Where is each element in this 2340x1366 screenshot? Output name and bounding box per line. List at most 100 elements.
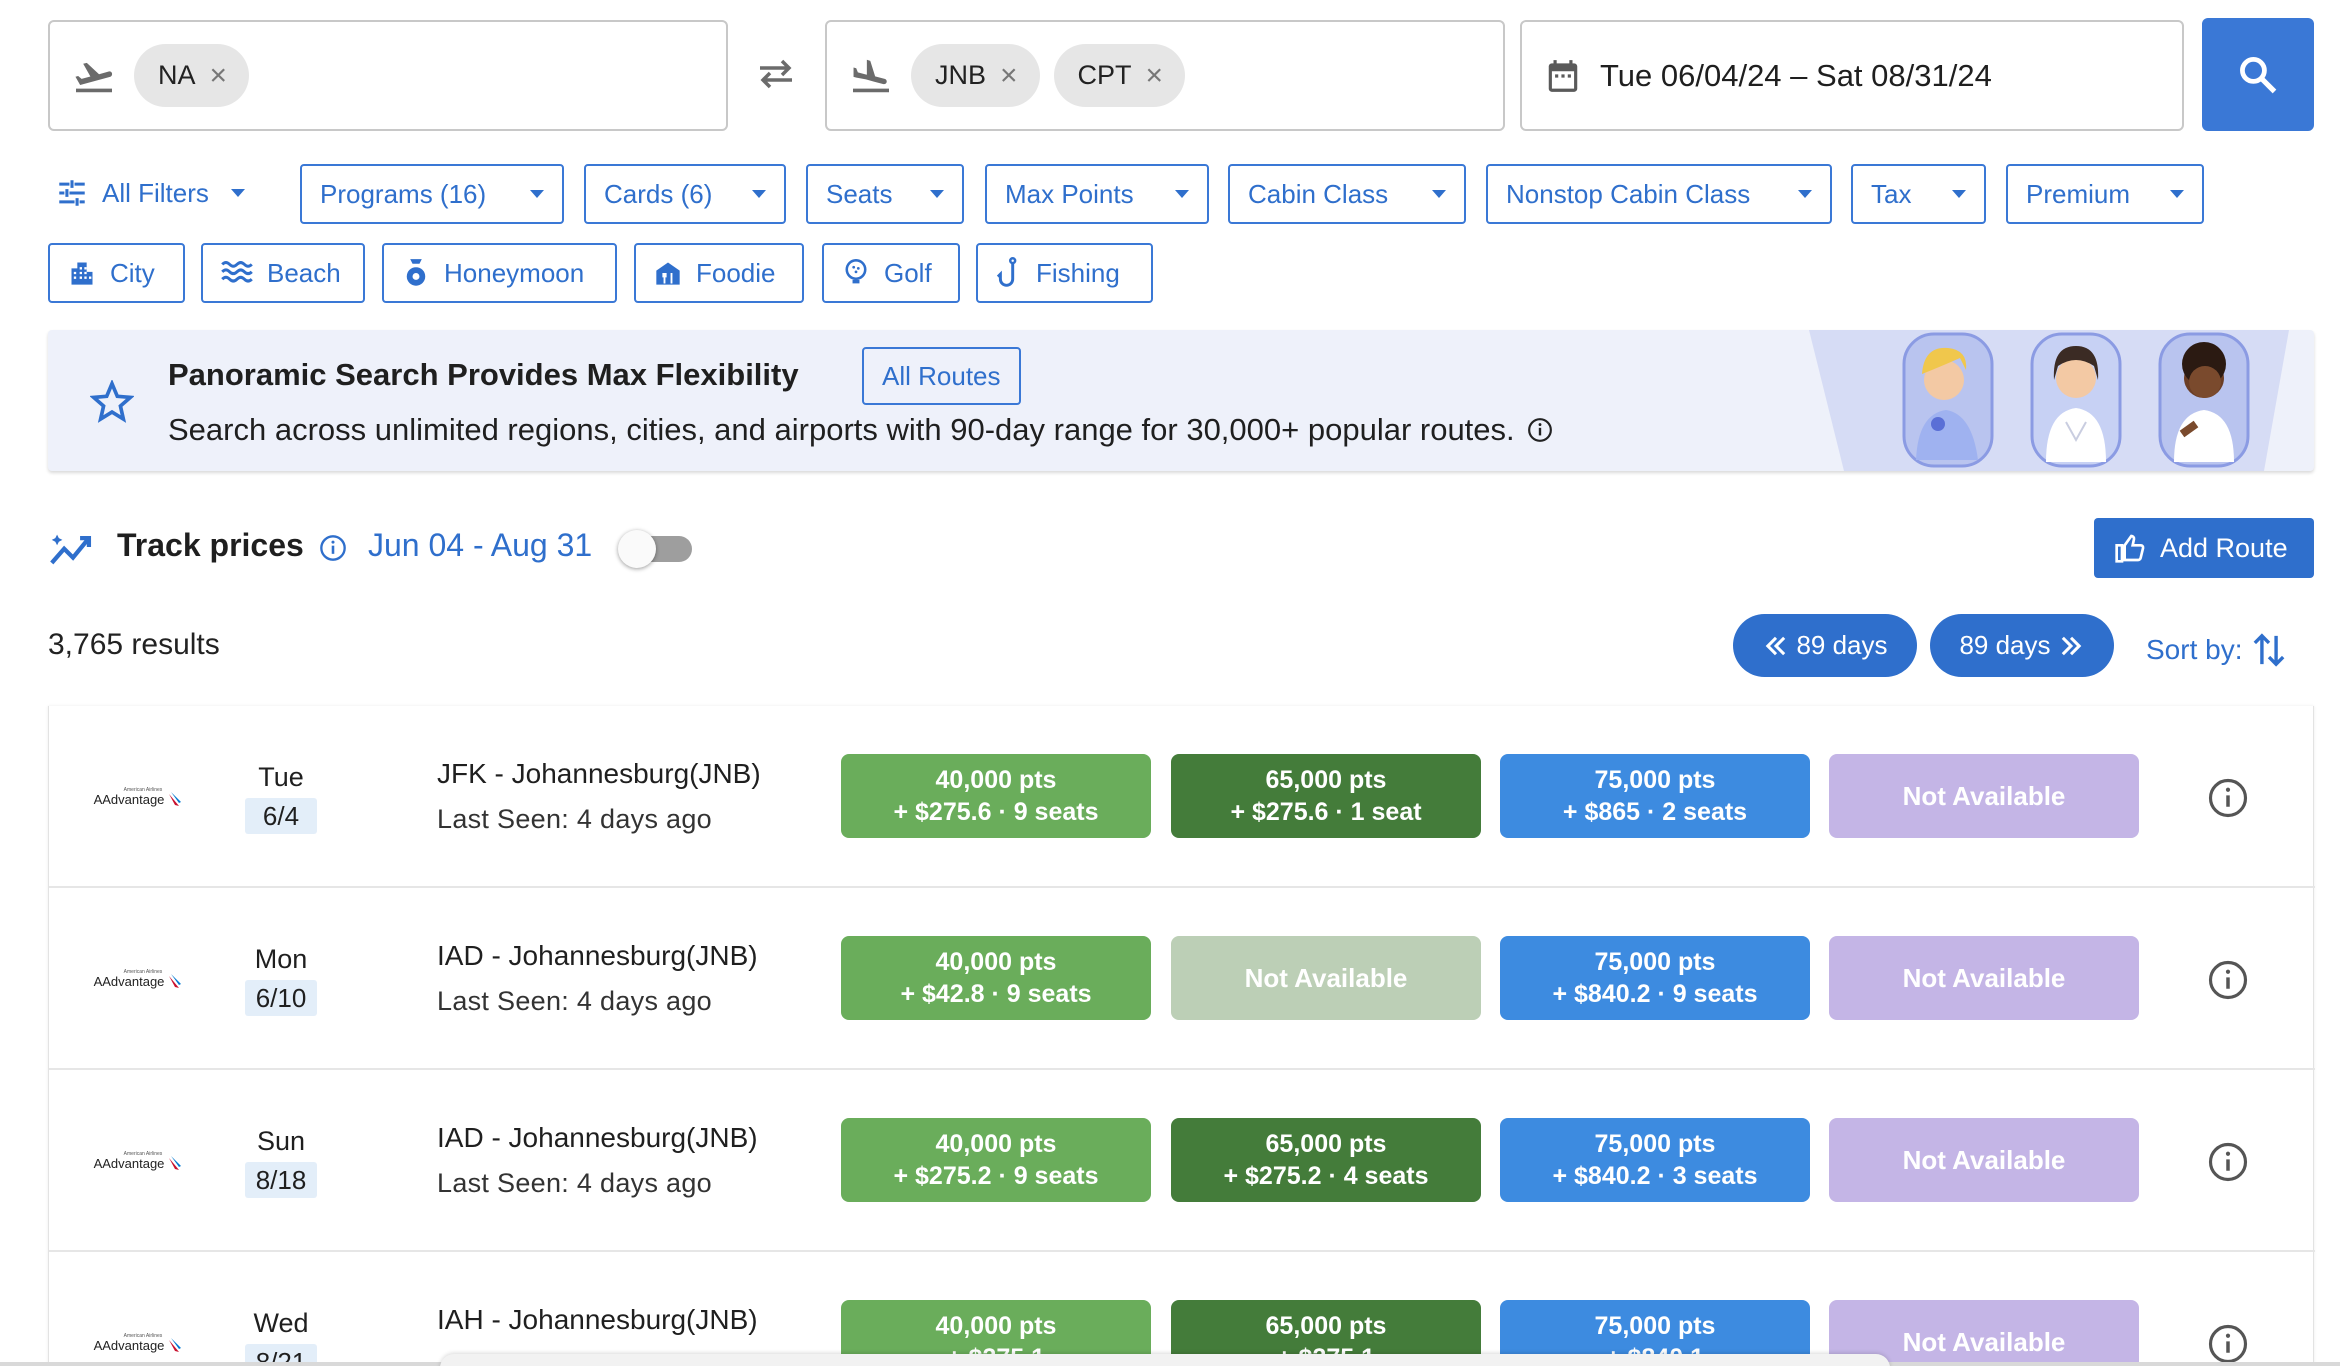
info-icon[interactable] [1527, 415, 1553, 451]
remove-chip-icon[interactable]: × [1000, 60, 1018, 91]
next-days-label: 89 days [1959, 630, 2051, 660]
date-range-field[interactable]: Tue 06/04/24 – Sat 08/31/24 [1520, 20, 2184, 131]
origin-chip[interactable]: NA × [134, 44, 250, 107]
fare-cell-business[interactable]: 75,000 pts + $840.2 · 3 seats [1500, 1118, 1810, 1202]
foodie-category[interactable]: Foodie [634, 243, 804, 303]
result-row[interactable]: American Airlines AAdvantage Tue 6/4 JFK - J… [49, 706, 2315, 888]
fare-points: 75,000 pts [1594, 1130, 1716, 1158]
remove-chip-icon[interactable]: × [1146, 60, 1164, 91]
last-seen: Last Seen: 4 days ago [437, 804, 712, 834]
toggle-knob[interactable] [618, 530, 656, 568]
nonstop-cabin-class-filter-label: Nonstop Cabin Class [1506, 178, 1751, 209]
origin-chip-label: NA [158, 60, 196, 90]
fare-details: + $275.6 · 1 seat [1230, 798, 1422, 826]
search-button[interactable] [2202, 18, 2314, 131]
info-icon[interactable] [2207, 777, 2249, 819]
departure-day: Mon [254, 944, 308, 974]
fare-details: + $275.2 · 9 seats [893, 1162, 1099, 1190]
remove-chip-icon[interactable]: × [210, 60, 228, 91]
swap-icon[interactable] [756, 56, 796, 97]
add-route-label: Add Route [2160, 532, 2288, 563]
search-icon [2236, 53, 2280, 97]
route-name[interactable]: JFK - Johannesburg(JNB) [437, 758, 761, 790]
programs-filter[interactable]: Programs (16) [300, 164, 564, 224]
svg-text:AAdvantage: AAdvantage [94, 1338, 165, 1353]
tax-filter[interactable]: Tax [1851, 164, 1986, 224]
panoramic-banner: Panoramic Search Provides Max Flexibilit… [48, 330, 2314, 471]
cabin-class-filter-label: Cabin Class [1248, 178, 1389, 209]
track-date-range: Jun 04 - Aug 31 [368, 527, 593, 563]
fare-cell-business[interactable]: 75,000 pts + $865 · 2 seats [1500, 754, 1810, 838]
fare-cell-economy[interactable]: 40,000 pts + $275.2 · 9 seats [841, 1118, 1151, 1202]
seats-filter[interactable]: Seats [806, 164, 964, 224]
origin-field[interactable]: NA × [48, 20, 728, 131]
double-chevron-left-icon [1762, 632, 1790, 660]
fishing-hook-icon [996, 257, 1022, 289]
results-count: 3,765 results [48, 628, 220, 661]
info-icon[interactable] [2207, 1323, 2249, 1365]
chevron-down-icon [530, 190, 544, 198]
prev-days-button[interactable]: 89 days [1733, 614, 1917, 677]
fare-points: 65,000 pts [1265, 766, 1387, 794]
city-category[interactable]: City [48, 243, 185, 303]
next-days-button[interactable]: 89 days [1930, 614, 2114, 677]
nonstop-cabin-class-filter[interactable]: Nonstop Cabin Class [1486, 164, 1832, 224]
premium-filter[interactable]: Premium [2006, 164, 2204, 224]
landing-icon [849, 58, 893, 94]
sort-by-label: Sort by: [2146, 634, 2243, 665]
fare-points: 40,000 pts [935, 1130, 1057, 1158]
last-seen: Last Seen: 4 days ago [437, 986, 712, 1016]
trend-icon [50, 527, 96, 572]
max-points-filter[interactable]: Max Points [985, 164, 1209, 224]
info-icon[interactable] [319, 534, 347, 567]
all-filters-button[interactable]: All Filters [48, 163, 263, 223]
fare-points: 65,000 pts [1265, 1130, 1387, 1158]
departure-day: Sun [256, 1126, 306, 1156]
fare-cell-premium[interactable]: 65,000 pts + $275.2 · 4 seats [1171, 1118, 1481, 1202]
chevron-down-icon [930, 190, 944, 198]
fare-cell-business[interactable]: 75,000 pts + $840.2 · 9 seats [1500, 936, 1810, 1020]
destination-chip[interactable]: JNB × [911, 44, 1040, 107]
date-range-value: Tue 06/04/24 – Sat 08/31/24 [1600, 57, 1992, 93]
fishing-category-label: Fishing [1036, 257, 1120, 288]
route-name[interactable]: IAD - Johannesburg(JNB) [437, 940, 758, 972]
chevron-down-icon [1175, 190, 1189, 198]
beach-category-label: Beach [267, 257, 341, 288]
result-row[interactable]: American Airlines AAdvantage Mon 6/10 IAD - … [49, 888, 2315, 1070]
banner-text: Search across unlimited regions, cities,… [168, 412, 1553, 451]
destination-chip-label: CPT [1077, 60, 1132, 90]
add-route-button[interactable]: Add Route [2094, 518, 2314, 578]
cabin-class-filter[interactable]: Cabin Class [1228, 164, 1466, 224]
fare-cell-first: Not Available [1829, 936, 2139, 1020]
result-row[interactable]: American Airlines AAdvantage Wed 8/21 IAH - … [49, 1252, 2315, 1366]
honeymoon-category[interactable]: Honeymoon [382, 243, 617, 303]
sort-by-button[interactable]: Sort by: [2146, 630, 2286, 670]
info-icon[interactable] [2207, 1141, 2249, 1183]
beach-category[interactable]: Beach [201, 243, 365, 303]
prev-days-label: 89 days [1796, 630, 1888, 660]
waves-icon [221, 259, 253, 287]
fishing-category[interactable]: Fishing [976, 243, 1153, 303]
fare-details: + $840.2 · 3 seats [1552, 1162, 1758, 1190]
cards-filter[interactable]: Cards (6) [584, 164, 786, 224]
svg-text:AAdvantage: AAdvantage [94, 974, 165, 989]
fare-cell-economy[interactable]: 40,000 pts + $275.6 · 9 seats [841, 754, 1151, 838]
fare-cell-premium[interactable]: 65,000 pts + $275.6 · 1 seat [1171, 754, 1481, 838]
route-name[interactable]: IAD - Johannesburg(JNB) [437, 1122, 758, 1154]
golf-category[interactable]: Golf [822, 243, 960, 303]
fare-points: 75,000 pts [1594, 948, 1716, 976]
result-row[interactable]: American Airlines AAdvantage Sun 8/18 IAD - … [49, 1070, 2315, 1252]
route-name[interactable]: IAH - Johannesburg(JNB) [437, 1304, 758, 1336]
all-routes-button[interactable]: All Routes [862, 347, 1021, 405]
destination-chip[interactable]: CPT × [1053, 44, 1186, 107]
aadvantage-logo: American Airlines AAdvantage [91, 782, 191, 812]
fare-points: 40,000 pts [935, 948, 1057, 976]
chevron-down-icon [2170, 190, 2184, 198]
destination-field[interactable]: JNB × CPT × [825, 20, 1505, 131]
all-filters-label: All Filters [102, 177, 209, 208]
fare-cell-economy[interactable]: 40,000 pts + $42.8 · 9 seats [841, 936, 1151, 1020]
city-category-label: City [110, 257, 155, 288]
fare-points: 40,000 pts [935, 766, 1057, 794]
info-icon[interactable] [2207, 959, 2249, 1001]
banner-description: Search across unlimited regions, cities,… [168, 412, 1515, 447]
